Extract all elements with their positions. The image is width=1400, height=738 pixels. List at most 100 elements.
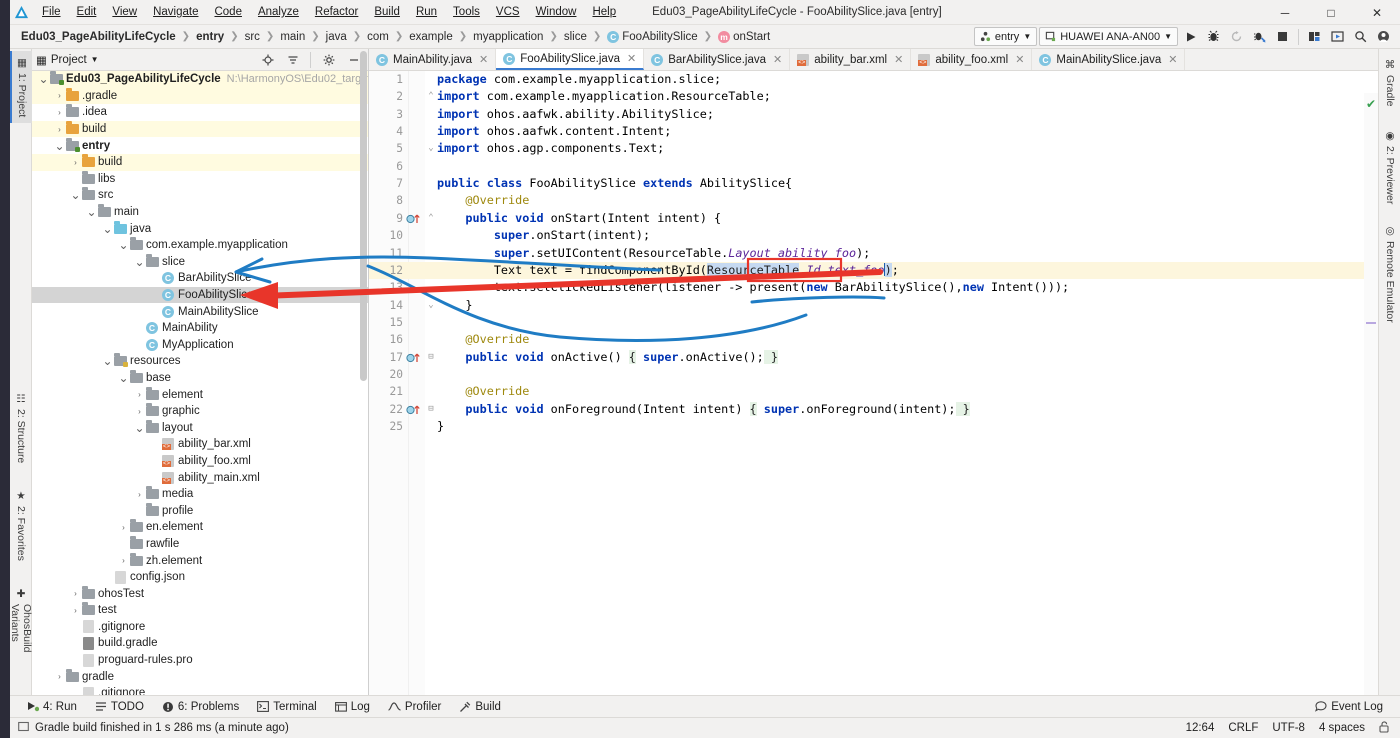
tree-node-test[interactable]: › test: [32, 602, 368, 619]
close-icon[interactable]: ✕: [479, 53, 488, 66]
editor-tab-ability-foo-xml[interactable]: ability_foo.xml ✕: [911, 49, 1033, 70]
menu-help[interactable]: Help: [584, 3, 624, 21]
sidebar-item-gradle[interactable]: ⌘ Gradle: [1379, 53, 1400, 113]
tree-node-entry[interactable]: ⌄ entry: [32, 137, 368, 154]
tree-toggle-arrow[interactable]: ⌄: [54, 140, 65, 152]
code-line-10[interactable]: 10 super.onStart(intent);: [369, 227, 1378, 244]
menu-build[interactable]: Build: [366, 3, 408, 21]
caret-position[interactable]: 12:64: [1186, 722, 1215, 734]
sidebar-item-structure[interactable]: ☷ 2: Structure: [10, 387, 32, 469]
code-line-13[interactable]: 13 text.setClickedListener(listener -> p…: [369, 279, 1378, 296]
close-button[interactable]: ✕: [1354, 0, 1400, 25]
project-structure-button[interactable]: [1304, 26, 1325, 47]
menu-view[interactable]: View: [104, 3, 145, 21]
tree-node-ability-foo-xml[interactable]: ability_foo.xml: [32, 453, 368, 470]
file-encoding[interactable]: UTF-8: [1272, 722, 1305, 734]
code-line-20[interactable]: 20: [369, 366, 1378, 383]
tree-node--gitignore[interactable]: .gitignore: [32, 619, 368, 636]
tree-node-com-example-myapplication[interactable]: ⌄ com.example.myapplication: [32, 237, 368, 254]
editor-tab-mainability-java[interactable]: C MainAbility.java ✕: [369, 49, 497, 70]
close-icon[interactable]: ✕: [894, 53, 903, 66]
stop-button[interactable]: [1272, 26, 1293, 47]
tree-node-main[interactable]: ⌄ main: [32, 204, 368, 221]
tree-node-ability-bar-xml[interactable]: ability_bar.xml: [32, 436, 368, 453]
run-config-selector[interactable]: entry ▼: [973, 27, 1038, 46]
code-line-15[interactable]: 15: [369, 314, 1378, 331]
menu-refactor[interactable]: Refactor: [307, 3, 366, 21]
menu-bar[interactable]: File Edit View Navigate Code Analyze Ref…: [34, 3, 624, 21]
event-log-button[interactable]: Event Log: [1306, 699, 1392, 715]
tree-toggle-arrow[interactable]: ›: [54, 125, 65, 134]
tree-node--gradle[interactable]: › .gradle: [32, 87, 368, 105]
bottom-item-profiler[interactable]: Profiler: [379, 699, 450, 715]
bottom-item-terminal[interactable]: Terminal: [248, 699, 325, 715]
code-line-17[interactable]: 17 ⊟ public void onActive() { super.onAct…: [369, 349, 1378, 366]
sidebar-item-favorites[interactable]: ★ 2: Favorites: [10, 484, 32, 567]
bottom-item-problems[interactable]: 6: Problems: [153, 699, 248, 715]
close-icon[interactable]: ✕: [627, 52, 636, 65]
user-avatar-icon[interactable]: [1373, 26, 1394, 47]
close-icon[interactable]: ✕: [1168, 53, 1177, 66]
collapse-all-icon[interactable]: [282, 49, 303, 70]
tree-node-proguard-rules-pro[interactable]: proguard-rules.pro: [32, 652, 368, 669]
breadcrumb-method[interactable]: m onStart: [715, 30, 773, 44]
gutter-marker[interactable]: [403, 403, 425, 416]
search-icon[interactable]: [1350, 26, 1371, 47]
menu-code[interactable]: Code: [206, 3, 250, 21]
breadcrumb-com[interactable]: com: [364, 30, 392, 44]
tree-node-mainabilityslice[interactable]: C MainAbilitySlice: [32, 303, 368, 320]
tree-node-myapplication[interactable]: C MyApplication: [32, 337, 368, 354]
menu-file[interactable]: File: [34, 3, 69, 21]
tree-node-java[interactable]: ⌄ java: [32, 220, 368, 237]
tree-toggle-arrow[interactable]: ⌄: [134, 422, 145, 434]
breadcrumb-project[interactable]: Edu03_PageAbilityLifeCycle: [18, 30, 179, 44]
attach-debugger-button[interactable]: [1249, 26, 1270, 47]
code-line-9[interactable]: 9 ⌃ public void onStart(Intent intent) {: [369, 210, 1378, 227]
menu-edit[interactable]: Edit: [69, 3, 105, 21]
tree-node-build[interactable]: › build: [32, 153, 368, 171]
project-tree-scrollbar[interactable]: [360, 51, 367, 381]
tree-node-rawfile[interactable]: rawfile: [32, 535, 368, 553]
line-separator[interactable]: CRLF: [1228, 722, 1258, 734]
source-code[interactable]: 1 package com.example.myapplication.slice…: [369, 71, 1378, 695]
menu-run[interactable]: Run: [408, 3, 445, 21]
fold-marker[interactable]: ⌄: [425, 140, 437, 157]
code-editor[interactable]: 1 package com.example.myapplication.slice…: [369, 71, 1378, 695]
tree-node--idea[interactable]: › .idea: [32, 104, 368, 121]
tree-node-slice[interactable]: ⌄ slice: [32, 253, 368, 271]
tree-toggle-arrow[interactable]: ›: [70, 158, 81, 167]
code-line-7[interactable]: 7 public class FooAbilitySlice extends Ab…: [369, 175, 1378, 192]
bottom-item-run[interactable]: 4: Run: [18, 699, 86, 715]
code-line-11[interactable]: 11 super.setUIContent(ResourceTable.Layo…: [369, 245, 1378, 262]
tree-toggle-arrow[interactable]: ›: [70, 589, 81, 598]
close-icon[interactable]: ✕: [1015, 53, 1024, 66]
maximize-button[interactable]: □: [1308, 0, 1354, 25]
tree-node-ohostest[interactable]: › ohosTest: [32, 585, 368, 602]
stripe-marker[interactable]: [1366, 322, 1376, 324]
editor-tab-bar[interactable]: C MainAbility.java ✕ C FooAbilitySlice.java ✕…: [369, 49, 1378, 71]
tree-node--gitignore[interactable]: .gitignore: [32, 685, 368, 695]
chevron-down-icon[interactable]: ▼: [91, 55, 99, 64]
breadcrumb-example[interactable]: example: [406, 30, 455, 44]
tree-node-profile[interactable]: profile: [32, 502, 368, 519]
project-panel-title-group[interactable]: ▦ Project ▼: [36, 53, 253, 67]
sidebar-item-previewer[interactable]: ◉ 2: Previewer: [1379, 124, 1400, 210]
code-line-6[interactable]: 6: [369, 158, 1378, 175]
tree-node-en-element[interactable]: › en.element: [32, 519, 368, 536]
bottom-item-log[interactable]: Log: [326, 699, 379, 715]
code-line-2[interactable]: 2 ⌃ import com.example.myapplication.Resou…: [369, 88, 1378, 105]
settings-gear-icon[interactable]: [318, 49, 339, 70]
code-line-1[interactable]: 1 package com.example.myapplication.slice…: [369, 71, 1378, 88]
indent-setting[interactable]: 4 spaces: [1319, 722, 1365, 734]
tree-toggle-arrow[interactable]: ›: [134, 390, 145, 399]
rerun-button[interactable]: [1226, 26, 1247, 47]
tree-node-zh-element[interactable]: › zh.element: [32, 552, 368, 569]
menu-navigate[interactable]: Navigate: [145, 3, 206, 21]
tree-toggle-arrow[interactable]: ›: [118, 556, 129, 565]
tree-node-libs[interactable]: libs: [32, 170, 368, 188]
code-line-5[interactable]: 5 ⌄ import ohos.agp.components.Text;: [369, 140, 1378, 157]
tree-node-resources[interactable]: ⌄ resources: [32, 353, 368, 370]
breadcrumb-class[interactable]: C FooAbilitySlice: [604, 30, 700, 44]
code-line-16[interactable]: 16 @Override: [369, 331, 1378, 348]
tree-node-src[interactable]: ⌄ src: [32, 187, 368, 204]
